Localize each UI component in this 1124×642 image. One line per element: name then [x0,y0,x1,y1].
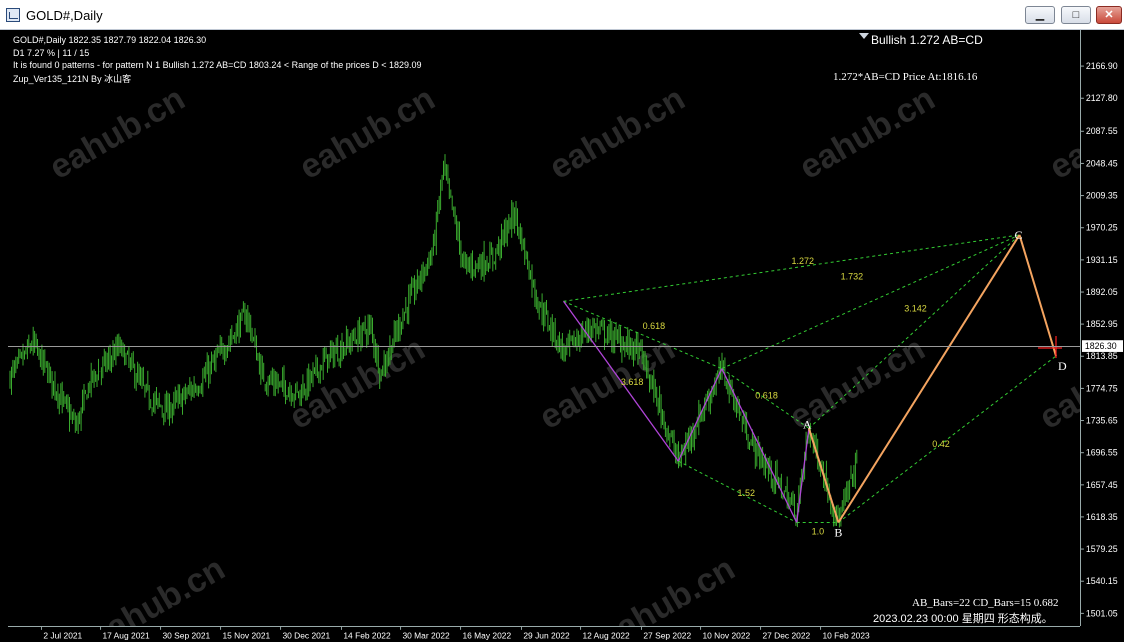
ratio-label: 0.618 [755,390,778,400]
time-tick-label: 14 Feb 2022 [343,630,391,640]
time-tick-label: 17 Aug 2021 [102,630,150,640]
ratio-label: 1.52 [738,488,756,498]
ratio-label: 0.42 [932,439,950,449]
time-tick-label: 12 Aug 2022 [582,630,630,640]
ratio-label: 0.618 [643,321,666,331]
ab-leg [807,428,840,523]
harmonic-pattern: 1.272 1.732 0.618 3.142 3.618 0.618 1.52 1.0 0.4… [562,228,1067,540]
time-tick-label: 2 Jul 2021 [43,630,82,640]
time-tick-label: 16 May 2022 [462,630,511,640]
ratio-line [563,234,1020,302]
price-tick-label: 2048.45 [1086,158,1118,168]
price-tick-label: 1852.95 [1086,319,1118,329]
price-tick-label: 2009.35 [1086,191,1118,201]
time-tick-label: 27 Sep 2022 [643,630,691,640]
price-tick-label: 1892.05 [1086,287,1118,297]
price-tick-label: 1540.15 [1086,576,1118,586]
timeframe-info-line: D1 7.27 % | 11 / 15 [13,48,90,58]
price-tick-label: 1931.15 [1086,255,1118,265]
pattern-datetime: 2023.02.23 00:00 星期四 形态构成。 [873,613,1053,625]
close-button[interactable]: ✕ [1096,6,1122,24]
terminal-window: GOLD#,Daily ▁ □ ✕ eahub.cn eahub.cn eahub.… [0,0,1124,642]
pattern-title: Bullish 1.272 AB=CD [871,33,983,47]
price-tick-label: 1696.55 [1086,448,1118,458]
ratio-label: 1.732 [841,272,864,282]
price-tick-label: 1774.75 [1086,383,1118,393]
price-tick-label: 1501.05 [1086,608,1118,618]
watermark-text: eahub.cn [543,79,691,187]
cd-leg [1018,234,1057,357]
title-bar[interactable]: GOLD#,Daily ▁ □ ✕ [0,0,1124,30]
target-price-label: 1.272*AB=CD Price At:1816.16 [833,71,978,83]
pattern-point-a: A [803,417,812,431]
time-axis[interactable]: 2 Jul 2021 17 Aug 2021 30 Sep 2021 15 Nov 2… [8,626,1080,642]
price-tick-label: 2087.55 [1086,126,1118,136]
ratio-line [721,234,1020,370]
time-tick-label: 15 Nov 2021 [222,630,270,640]
ratio-line [808,234,1020,429]
time-tick-label: 27 Dec 2022 [762,630,810,640]
indicator-name-line: Zup_Ver135_121N By 冰山客 [13,74,132,84]
watermark-text: eahub.cn [793,79,941,187]
price-axis[interactable]: 2166.90 2127.80 2087.55 2048.45 2009.35 1970.… [1080,30,1124,626]
maximize-button[interactable]: □ [1061,6,1091,24]
xa-leg [796,428,810,523]
pattern-point-b: B [834,526,842,540]
watermark-text: eahub.cn [283,329,431,437]
time-tick-label: 30 Dec 2021 [282,630,330,640]
price-tick-label: 1657.45 [1086,480,1118,490]
price-tick-label: 1970.25 [1086,223,1118,233]
price-tick-label: 1813.85 [1086,351,1118,361]
ratio-label: 3.618 [621,377,644,387]
chart-window-icon [6,8,20,22]
time-tick-label: 29 Jun 2022 [523,630,570,640]
candles [9,154,858,528]
watermark-text: eahub.cn [593,549,741,626]
time-tick-label: 10 Nov 2022 [702,630,750,640]
ratio-label: 1.272 [792,256,815,266]
price-tick-label: 1735.65 [1086,415,1118,425]
price-tick-label: 1579.25 [1086,544,1118,554]
triangle-marker-icon [859,33,869,39]
time-tick-label: 30 Sep 2021 [162,630,210,640]
ratio-label: 1.0 [812,527,825,537]
pattern-search-line: It is found 0 patterns - for pattern N 1… [13,60,422,70]
pattern-point-c: C [1015,228,1023,242]
watermark-text: eahub.cn [43,79,191,187]
ratio-label: 3.142 [904,304,927,314]
time-tick-label: 10 Feb 2023 [822,630,870,640]
price-tick-label: 2166.90 [1086,61,1118,71]
symbol-info-line: GOLD#,Daily 1822.35 1827.79 1822.04 1826… [13,35,207,45]
price-tick-label: 2127.80 [1086,93,1118,103]
watermark-text: eahub.cn [293,79,441,187]
time-tick-label: 30 Mar 2022 [402,630,450,640]
pattern-point-d: D [1058,359,1067,373]
watermark-text: eahub.cn [1043,79,1080,187]
current-price-label: 1826.30 [1085,341,1117,351]
price-chart[interactable]: eahub.cn eahub.cn eahub.cn eahub.cn eahub.cn… [8,30,1080,626]
watermark-text: eahub.cn [83,549,231,626]
window-title: GOLD#,Daily [26,8,103,23]
xa-leg [677,368,723,462]
minimize-button[interactable]: ▁ [1025,6,1055,24]
bars-info: AB_Bars=22 CD_Bars=15 0.682 [912,597,1059,609]
price-tick-label: 1618.35 [1086,512,1118,522]
